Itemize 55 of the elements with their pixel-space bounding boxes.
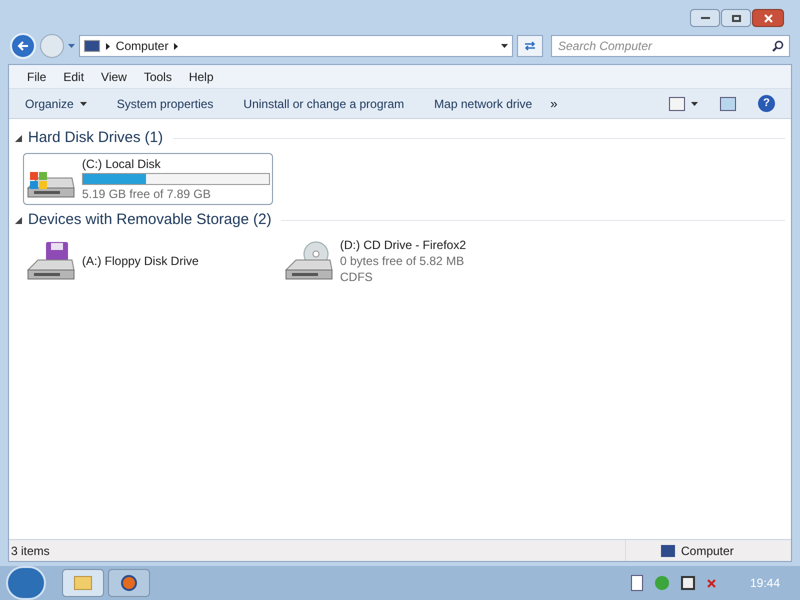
group-header[interactable]: Hard Disk Drives (1) xyxy=(28,126,164,150)
menu-item[interactable]: Edit xyxy=(61,68,86,86)
back-arrow-icon xyxy=(16,41,29,51)
muted-speaker-icon[interactable] xyxy=(706,578,716,588)
menu-item[interactable]: File xyxy=(25,68,48,86)
browser-taskbar-button[interactable] xyxy=(108,569,150,597)
back-button[interactable] xyxy=(10,33,36,59)
history-dropdown-icon[interactable] xyxy=(68,44,75,48)
search-icon[interactable] xyxy=(772,40,784,52)
search-field[interactable]: Search Computer xyxy=(550,35,790,57)
crumb-arrow-icon xyxy=(106,42,110,50)
toolbar-button[interactable]: System properties xyxy=(116,94,214,112)
drive-tile[interactable]: (C:) Local Disk 5.19 GB free of 7.89 GB xyxy=(23,153,273,205)
start-button[interactable] xyxy=(6,566,46,600)
help-icon[interactable]: ? xyxy=(758,95,775,112)
cd-drive-icon xyxy=(284,240,334,282)
toolbar-button[interactable]: Map network drive xyxy=(434,94,532,112)
drive-tile[interactable]: (A:) Floppy Disk Drive xyxy=(23,235,273,287)
minimize-button[interactable] xyxy=(690,9,720,27)
address-bar[interactable]: Computer xyxy=(78,35,514,57)
address-dropdown-icon[interactable] xyxy=(501,44,508,48)
item-count: 3 items xyxy=(11,542,50,560)
document-tray-icon[interactable] xyxy=(630,575,643,591)
menu-item[interactable]: Help xyxy=(186,68,216,86)
status-location: Computer xyxy=(681,542,735,560)
preview-pane-icon[interactable] xyxy=(720,96,736,110)
computer-icon xyxy=(661,544,675,556)
menu-item[interactable]: Tools xyxy=(142,68,174,86)
maximize-button[interactable] xyxy=(721,9,751,27)
breadcrumb[interactable]: Computer xyxy=(116,37,168,55)
crumb-arrow-icon xyxy=(174,42,178,50)
file-system: CDFS xyxy=(340,269,374,285)
drive-name: (A:) Floppy Disk Drive xyxy=(82,253,199,269)
more-commands-button[interactable]: » xyxy=(550,94,558,114)
toolbar-button[interactable]: Uninstall or change a program xyxy=(243,94,404,112)
folder-icon xyxy=(74,576,92,590)
floppy-drive-icon xyxy=(26,240,76,282)
drive-tile[interactable]: (D:) CD Drive - Firefox2 0 bytes free of 5.82 MB CDFS xyxy=(281,235,531,287)
close-icon[interactable] xyxy=(764,14,772,22)
refresh-button[interactable] xyxy=(517,35,543,57)
view-icon[interactable] xyxy=(669,96,685,110)
globe-icon xyxy=(121,575,137,591)
toolbar-button[interactable]: Organize xyxy=(25,94,87,112)
close-button[interactable] xyxy=(752,9,784,27)
drive-space: 5.19 GB free of 7.89 GB xyxy=(82,186,212,202)
drive-name: (D:) CD Drive - Firefox2 xyxy=(340,237,466,253)
collapse-icon[interactable] xyxy=(15,216,22,224)
caret-icon[interactable] xyxy=(691,102,698,106)
drive-name: (C:) Local Disk xyxy=(82,156,162,172)
refresh-arrows-icon xyxy=(524,41,536,51)
computer-icon xyxy=(84,40,100,52)
drive-space: 0 bytes free of 5.82 MB xyxy=(340,253,466,269)
menu-item[interactable]: View xyxy=(99,68,129,86)
collapse-icon[interactable] xyxy=(15,134,22,142)
group-header[interactable]: Devices with Removable Storage (2) xyxy=(28,208,272,232)
